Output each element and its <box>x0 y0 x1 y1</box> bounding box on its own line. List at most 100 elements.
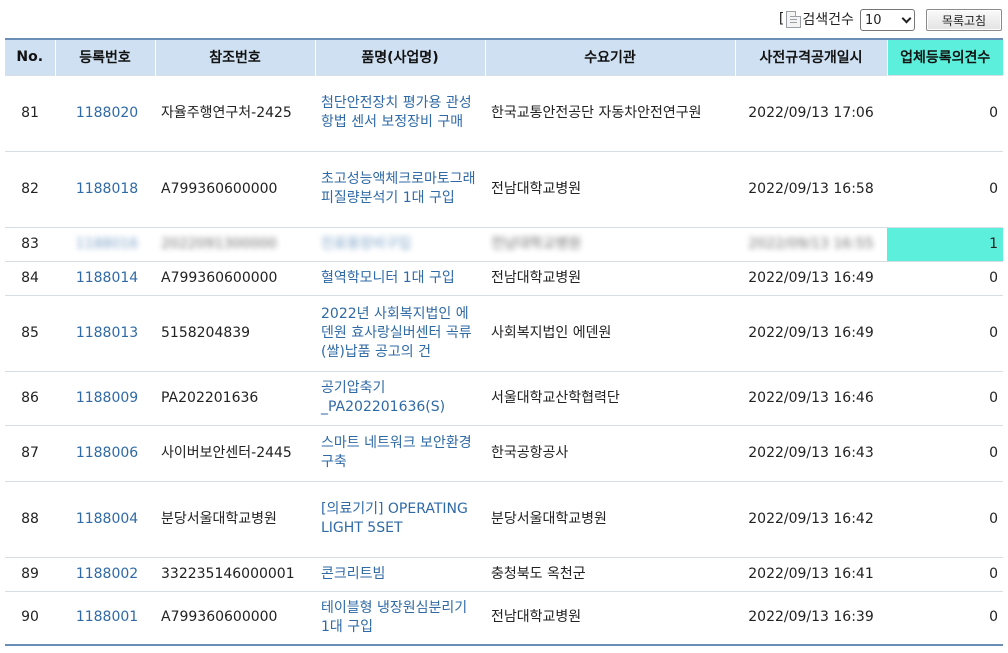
row-ref-no: 5158204839 <box>155 294 315 371</box>
col-header-opinion-count[interactable]: 업체등록의견수 <box>887 39 1003 75</box>
row-agency: 한국공항공사 <box>485 424 735 481</box>
row-reg-no-link[interactable]: 1188009 <box>55 370 155 425</box>
row-date: 2022/09/13 16:41 <box>735 556 887 591</box>
row-date: 2022/09/13 16:46 <box>735 370 887 425</box>
row-agency: 전남대학교병원 <box>485 590 735 645</box>
row-no: 88 <box>5 480 55 557</box>
row-opinion-count: 0 <box>887 480 1003 557</box>
row-item-name-link[interactable]: 진료용장비구입 <box>315 226 485 261</box>
table-row: 86 1188009 PA202201636 공기압축기 _PA20220163… <box>5 370 1003 425</box>
page-size-select[interactable]: 10 <box>860 9 915 31</box>
row-date: 2022/09/13 16:49 <box>735 260 887 295</box>
row-item-name-link[interactable]: 테이블형 냉장원심분리기 1대 구입 <box>315 590 485 645</box>
row-agency: 한국교통안전공단 자동차안전연구원 <box>485 74 735 151</box>
row-no: 87 <box>5 424 55 481</box>
row-no: 83 <box>5 226 55 261</box>
blurred-text: 2022/09/13 16:55 <box>748 235 874 252</box>
row-ref-no: 2022091300000 <box>155 226 315 261</box>
row-ref-no: A799360600000 <box>155 590 315 645</box>
row-reg-no-link[interactable]: 1188006 <box>55 424 155 481</box>
table-row: 87 1188006 사이버보안센터-2445 스마트 네트워크 보안환경 구축… <box>5 424 1003 481</box>
table-row: 84 1188014 A799360600000 혈역학모니터 1대 구입 전남… <box>5 260 1003 295</box>
table-row: 81 1188020 자율주행연구처-2425 첨단안전장치 평가용 관성항법 … <box>5 74 1003 151</box>
row-item-name-link[interactable]: 초고성능액체크로마토그래피질량분석기 1대 구입 <box>315 150 485 227</box>
row-agency: 전남대학교병원 <box>485 260 735 295</box>
row-item-name-link[interactable]: 혈역학모니터 1대 구입 <box>315 260 485 295</box>
row-no: 90 <box>5 590 55 645</box>
row-reg-no-link[interactable]: 1188002 <box>55 556 155 591</box>
row-ref-no: 자율주행연구처-2425 <box>155 74 315 151</box>
row-agency: 서울대학교산학협력단 <box>485 370 735 425</box>
row-opinion-count: 0 <box>887 74 1003 151</box>
row-no: 85 <box>5 294 55 371</box>
row-reg-no-link[interactable]: 1188013 <box>55 294 155 371</box>
row-ref-no: 사이버보안센터-2445 <box>155 424 315 481</box>
chevron-down-icon <box>901 13 912 23</box>
table-row: 83 1188016 2022091300000 진료용장비구입 전남대학교병원… <box>5 226 1003 261</box>
row-reg-no-link[interactable]: 1188016 <box>55 226 155 261</box>
col-header-no[interactable]: No. <box>5 39 56 75</box>
row-opinion-count-highlight: 1 <box>887 226 1003 261</box>
blurred-text: 1188016 <box>75 235 139 252</box>
row-agency: 분당서울대학교병원 <box>485 480 735 557</box>
table-row: 85 1188013 5158204839 2022년 사회복지법인 에덴원 효… <box>5 294 1003 371</box>
row-ref-no: A799360600000 <box>155 260 315 295</box>
row-item-name-link[interactable]: 첨단안전장치 평가용 관성항법 센서 보정장비 구매 <box>315 74 485 151</box>
row-item-name-link[interactable]: 스마트 네트워크 보안환경 구축 <box>315 424 485 481</box>
row-item-name-link[interactable]: 공기압축기 _PA202201636(S) <box>315 370 485 425</box>
col-header-reg-no[interactable]: 등록번호 <box>55 39 156 75</box>
row-reg-no-link[interactable]: 1188001 <box>55 590 155 645</box>
row-agency: 사회복지법인 에덴원 <box>485 294 735 371</box>
col-header-item-name[interactable]: 품명(사업명) <box>315 39 486 75</box>
blurred-text: 진료용장비구입 <box>321 235 412 252</box>
row-reg-no-link[interactable]: 1188020 <box>55 74 155 151</box>
row-opinion-count: 0 <box>887 150 1003 227</box>
row-opinion-count: 0 <box>887 370 1003 425</box>
col-header-agency[interactable]: 수요기관 <box>485 39 736 75</box>
bracket-open: [ <box>778 11 785 27</box>
row-opinion-count: 0 <box>887 424 1003 481</box>
row-item-name-link[interactable]: [의료기기] OPERATING LIGHT 5SET <box>315 480 485 557</box>
results-table: No. 등록번호 참조번호 품명(사업명) 수요기관 사전규격공개일시 업체등록… <box>5 38 1003 646</box>
row-reg-no-link[interactable]: 1188004 <box>55 480 155 557</box>
row-no: 82 <box>5 150 55 227</box>
row-ref-no: 332235146000001 <box>155 556 315 591</box>
table-row: 88 1188004 분당서울대학교병원 [의료기기] OPERATING LI… <box>5 480 1003 557</box>
row-no: 86 <box>5 370 55 425</box>
table-row: 90 1188001 A799360600000 테이블형 냉장원심분리기 1대… <box>5 590 1003 645</box>
blurred-text: 2022091300000 <box>161 235 277 252</box>
page-size-value: 10 <box>865 12 882 28</box>
toolbar: [ 검색건수 :4,163건 10 목록고침 <box>0 0 1008 38</box>
blurred-text: 전남대학교병원 <box>491 235 582 252</box>
row-date: 2022/09/13 16:42 <box>735 480 887 557</box>
row-reg-no-link[interactable]: 1188018 <box>55 150 155 227</box>
col-header-date[interactable]: 사전규격공개일시 <box>735 39 888 75</box>
row-opinion-count: 0 <box>887 590 1003 645</box>
row-reg-no-link[interactable]: 1188014 <box>55 260 155 295</box>
row-date: 2022/09/13 16:39 <box>735 590 887 645</box>
row-opinion-count: 0 <box>887 556 1003 591</box>
document-icon <box>786 10 802 28</box>
table-row: 89 1188002 332235146000001 콘크리트빔 충청북도 옥천… <box>5 556 1003 591</box>
row-no: 89 <box>5 556 55 591</box>
row-ref-no: PA202201636 <box>155 370 315 425</box>
row-agency: 전남대학교병원 <box>485 226 735 261</box>
row-opinion-count: 0 <box>887 294 1003 371</box>
table-row: 82 1188018 A799360600000 초고성능액체크로마토그래피질량… <box>5 150 1003 227</box>
row-date: 2022/09/13 17:06 <box>735 74 887 151</box>
refresh-list-button[interactable]: 목록고침 <box>926 9 1002 31</box>
row-agency: 전남대학교병원 <box>485 150 735 227</box>
row-agency: 충청북도 옥천군 <box>485 556 735 591</box>
row-item-name-link[interactable]: 2022년 사회복지법인 에덴원 효사랑실버센터 곡류(쌀)납품 공고의 건 <box>315 294 485 371</box>
row-date: 2022/09/13 16:58 <box>735 150 887 227</box>
row-date: 2022/09/13 16:49 <box>735 294 887 371</box>
table-header-row: No. 등록번호 참조번호 품명(사업명) 수요기관 사전규격공개일시 업체등록… <box>5 39 1003 75</box>
row-no: 81 <box>5 74 55 151</box>
col-header-ref-no[interactable]: 참조번호 <box>155 39 316 75</box>
row-no: 84 <box>5 260 55 295</box>
row-date: 2022/09/13 16:43 <box>735 424 887 481</box>
row-item-name-link[interactable]: 콘크리트빔 <box>315 556 485 591</box>
row-date: 2022/09/13 16:55 <box>735 226 887 261</box>
row-ref-no: 분당서울대학교병원 <box>155 480 315 557</box>
row-ref-no: A799360600000 <box>155 150 315 227</box>
